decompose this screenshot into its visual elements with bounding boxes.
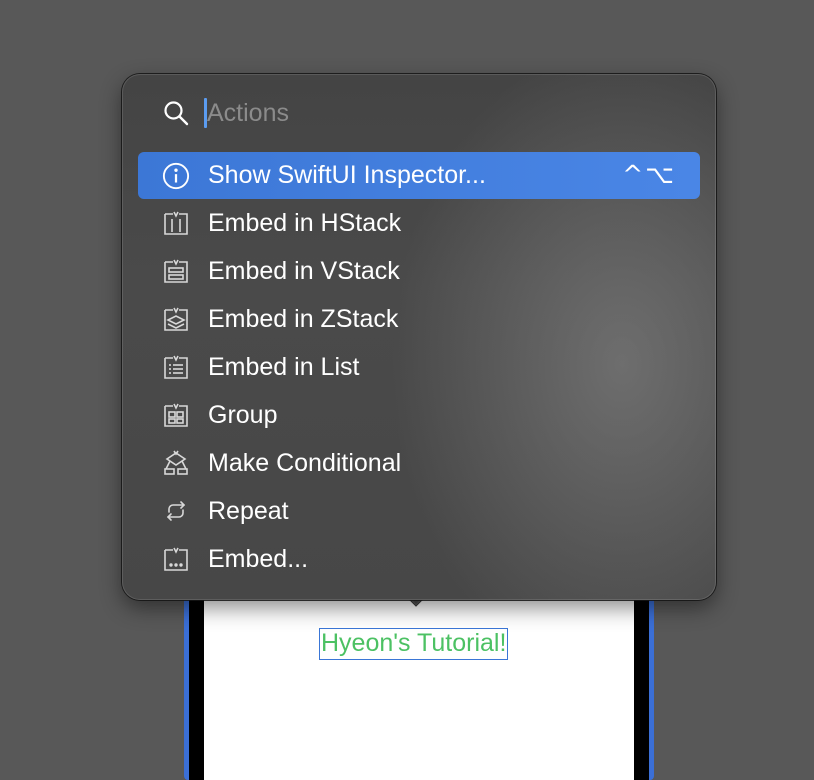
menu-item-label: Make Conditional [208, 448, 402, 477]
menu-item-label: Embed in ZStack [208, 304, 399, 333]
keyboard-shortcut: ^⌥ [622, 160, 676, 189]
search-bar [162, 98, 662, 128]
menu-item-label: Embed... [208, 544, 309, 573]
embed-icon [162, 545, 190, 573]
list-icon [162, 353, 190, 381]
menu-item-make-conditional[interactable]: Make Conditional [138, 439, 700, 487]
actions-list: Show SwiftUI Inspector... ^⌥ Embed in HS… [138, 152, 700, 583]
actions-popover: Show SwiftUI Inspector... ^⌥ Embed in HS… [122, 74, 716, 600]
conditional-icon [162, 449, 190, 477]
menu-item-embed-in-vstack[interactable]: Embed in VStack [138, 247, 700, 295]
vstack-icon [162, 257, 190, 285]
menu-item-label: Group [208, 400, 278, 429]
group-icon [162, 401, 190, 429]
zstack-icon [162, 305, 190, 333]
menu-item-show-swiftui-inspector[interactable]: Show SwiftUI Inspector... ^⌥ [138, 152, 700, 199]
menu-item-group[interactable]: Group [138, 391, 700, 439]
info-icon [162, 162, 190, 190]
menu-item-label: Embed in List [208, 352, 360, 381]
menu-item-embed-in-hstack[interactable]: Embed in HStack [138, 199, 700, 247]
repeat-icon [162, 497, 190, 525]
search-input[interactable] [207, 98, 507, 128]
menu-item-label: Embed in HStack [208, 208, 402, 237]
menu-item-label: Repeat [208, 496, 289, 525]
menu-item-embed-in-list[interactable]: Embed in List [138, 343, 700, 391]
hstack-icon [162, 209, 190, 237]
menu-item-repeat[interactable]: Repeat [138, 487, 700, 535]
menu-item-label: Embed in VStack [208, 256, 400, 285]
menu-item-label: Show SwiftUI Inspector... [208, 161, 486, 189]
preview-text-label[interactable]: Hyeon's Tutorial! [319, 628, 509, 660]
menu-item-embed-in-zstack[interactable]: Embed in ZStack [138, 295, 700, 343]
search-icon [162, 99, 190, 127]
menu-item-embed[interactable]: Embed... [138, 535, 700, 583]
